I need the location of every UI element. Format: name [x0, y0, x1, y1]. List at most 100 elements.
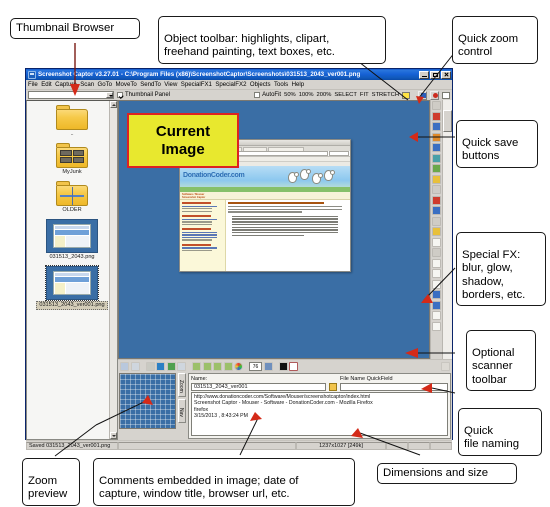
- text-tool-icon[interactable]: [432, 143, 441, 152]
- thumbnail-panel-checkbox[interactable]: Thumbnail Panel: [117, 92, 170, 98]
- stamp-tool-icon[interactable]: [432, 122, 441, 131]
- thumbnail-item-up[interactable]: ..: [33, 105, 111, 138]
- menu-goto[interactable]: GoTo: [97, 81, 112, 88]
- grid-fx-icon[interactable]: [432, 321, 441, 331]
- chevron-down-icon[interactable]: [106, 92, 113, 98]
- zoom-200-button[interactable]: 200%: [317, 92, 332, 98]
- erase-tool-icon[interactable]: [432, 174, 441, 184]
- paper-icon[interactable]: [289, 361, 298, 371]
- scan-icon[interactable]: [120, 361, 129, 371]
- contrast-icon[interactable]: [278, 361, 288, 371]
- select-fx-icon[interactable]: [432, 258, 441, 268]
- highlight-line-2: Image: [161, 140, 205, 158]
- page-fx-icon[interactable]: [432, 311, 441, 320]
- minimize-button[interactable]: [419, 70, 429, 79]
- menu-tools[interactable]: Tools: [274, 81, 288, 88]
- thumbnail-item-image-2-selected[interactable]: 031513_2043_ver001.png: [33, 265, 111, 310]
- cone-icon[interactable]: [145, 361, 155, 371]
- menu-help[interactable]: Help: [292, 81, 305, 88]
- callout-zoom-preview: Zoom preview: [22, 458, 80, 506]
- scroll-down-button[interactable]: [110, 432, 117, 439]
- quick-save-disk-button[interactable]: [418, 90, 427, 100]
- menu-scan[interactable]: Scan: [80, 81, 94, 88]
- menu-moveto[interactable]: MoveTo: [115, 81, 136, 88]
- frame-fx-icon[interactable]: [432, 279, 441, 289]
- arrow-tool-icon[interactable]: [432, 101, 441, 110]
- resize-fx-icon[interactable]: [432, 300, 441, 310]
- rotate-icon[interactable]: [263, 361, 273, 371]
- thumbnail-browser-panel[interactable]: .. MyJunk OLDER 031513_2043.png 031513_2…: [26, 100, 118, 440]
- callout-thumbnail-browser: Thumbnail Browser: [10, 18, 140, 40]
- highlight-box-current-image[interactable]: Current Image: [127, 113, 239, 168]
- shadow-fx-icon[interactable]: [432, 216, 441, 226]
- scroll-up-button[interactable]: [110, 101, 117, 108]
- maximize-button[interactable]: [430, 70, 440, 79]
- img3-icon[interactable]: [213, 361, 222, 371]
- zoom-50-button[interactable]: 50%: [284, 92, 296, 98]
- zoom-100-button[interactable]: 100%: [299, 92, 314, 98]
- note-tool-icon[interactable]: [432, 185, 441, 194]
- menubar: File Edit Capture Scan GoTo MoveTo SendT…: [26, 80, 452, 90]
- canvas-vertical-scrollbar[interactable]: [442, 100, 452, 359]
- menu-sendto[interactable]: SendTo: [140, 81, 161, 88]
- close-button[interactable]: [441, 70, 451, 79]
- clipart-tool-icon[interactable]: [432, 164, 441, 173]
- color-swatch-icon[interactable]: [402, 91, 410, 99]
- thumbnail-item-myjunk[interactable]: MyJunk: [33, 143, 111, 176]
- menu-edit[interactable]: Edit: [41, 81, 52, 88]
- comments-textarea[interactable]: http://www.donationcoder.com/Software/Mo…: [191, 392, 448, 436]
- quick-save-record-button[interactable]: [430, 90, 439, 100]
- object-toolbar[interactable]: [430, 100, 442, 359]
- panel-toggle-icon[interactable]: [441, 361, 450, 371]
- zoom-stretch-button[interactable]: STRETCH: [372, 92, 399, 98]
- crop-fx-icon[interactable]: [432, 269, 441, 278]
- autofit-checkbox[interactable]: AutoFit: [254, 92, 281, 98]
- paint-fx-icon[interactable]: [432, 237, 441, 247]
- zoom-preview-panel[interactable]: [119, 373, 176, 429]
- quick-save-extra-icon[interactable]: [442, 91, 450, 99]
- menu-capture[interactable]: Capture: [55, 81, 77, 88]
- lock-icon[interactable]: [329, 383, 337, 391]
- thumbnail-item-older[interactable]: OLDER: [33, 181, 111, 214]
- menu-specialfx1[interactable]: SpecialFX1: [181, 81, 212, 88]
- window-title: Screenshot Captor v3.27.01 - C:\Program …: [38, 71, 361, 78]
- pencil-tool-icon[interactable]: [432, 132, 441, 142]
- thumbnail-item-image-1[interactable]: 031513_2043.png: [33, 219, 111, 261]
- name-input[interactable]: 031513_2043_ver001: [191, 383, 326, 391]
- zoom-select-button[interactable]: SELECT: [334, 92, 357, 98]
- square-icon[interactable]: [166, 361, 176, 371]
- mountain-icon[interactable]: [177, 361, 186, 371]
- zoom-fit-button[interactable]: FIT: [360, 92, 369, 98]
- menu-view[interactable]: View: [164, 81, 177, 88]
- img1-icon[interactable]: [192, 361, 201, 371]
- callout-tool-icon[interactable]: [432, 153, 441, 163]
- menu-objects[interactable]: Objects: [250, 81, 271, 88]
- border-fx-icon[interactable]: [432, 290, 441, 299]
- pointer-fx-icon[interactable]: [432, 248, 441, 257]
- site-banner: DonationCoder.com: [180, 166, 350, 192]
- tab-nav[interactable]: Nav: [178, 399, 186, 423]
- menu-file[interactable]: File: [28, 81, 38, 88]
- link-fx-icon[interactable]: [432, 227, 441, 236]
- scan-settings-icon[interactable]: [130, 361, 140, 371]
- menu-specialfx2[interactable]: SpecialFX2: [215, 81, 246, 88]
- quickfield-input[interactable]: [340, 383, 448, 391]
- highlight-tool-icon[interactable]: [432, 111, 441, 121]
- scrollbar-thumb[interactable]: [443, 110, 452, 132]
- glow-fx-icon[interactable]: [432, 206, 441, 215]
- callout-text: Special FX: blur, glow, shadow, borders,…: [462, 249, 526, 301]
- quick-zoom-control: 50% 100% 200% SELECT FIT STRETCH: [284, 92, 399, 98]
- globe-icon[interactable]: [156, 361, 165, 371]
- scanner-spinner[interactable]: 76: [249, 361, 262, 371]
- folder-combo[interactable]: [28, 91, 114, 99]
- img2-icon[interactable]: [202, 361, 212, 371]
- thumbnail-scrollbar[interactable]: [109, 101, 117, 439]
- bottom-panel: Zoom Nav Name: 031513_2043_ver001 File N…: [118, 372, 452, 440]
- tab-zoom[interactable]: Zoom: [178, 373, 186, 397]
- img4-icon[interactable]: [223, 361, 233, 371]
- image-canvas[interactable]: · · · | · · · | · · · DonationCoder.com …: [118, 100, 430, 359]
- blur-fx-icon[interactable]: [432, 195, 441, 205]
- callout-text: Object toolbar: highlights, clipart, fre…: [164, 33, 335, 59]
- optional-scanner-toolbar[interactable]: 76: [118, 359, 452, 372]
- color-wheel-icon[interactable]: [234, 361, 243, 371]
